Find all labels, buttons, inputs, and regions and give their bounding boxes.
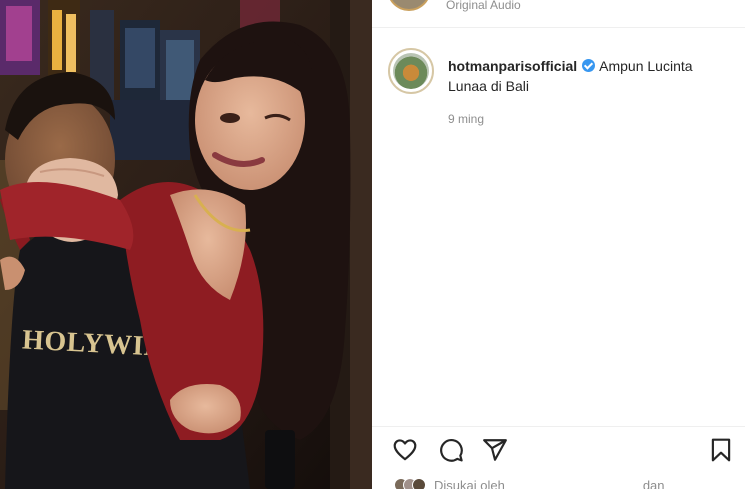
post-time[interactable]: 9 ming bbox=[448, 112, 484, 126]
action-bar bbox=[372, 426, 745, 470]
likes-summary: Disukai oleh dan bbox=[394, 478, 665, 489]
post-info-panel: Original Audio hotmanparisofficial Ampun … bbox=[372, 0, 745, 489]
caption: hotmanparisofficial Ampun Lucinta Lunaa d… bbox=[448, 56, 733, 96]
comment-icon[interactable] bbox=[438, 437, 464, 463]
avatar-image bbox=[393, 53, 429, 89]
audio-label[interactable]: Original Audio bbox=[446, 0, 521, 12]
bookmark-icon[interactable] bbox=[708, 437, 734, 463]
username-link[interactable]: hotmanparisofficial bbox=[448, 58, 577, 74]
heart-icon[interactable] bbox=[392, 437, 418, 463]
video-frame: HOLYWINGS bbox=[0, 0, 372, 489]
header-avatar[interactable] bbox=[387, 0, 431, 11]
share-icon[interactable] bbox=[482, 437, 508, 463]
likes-conj: dan bbox=[642, 478, 665, 489]
verified-badge-icon bbox=[582, 59, 596, 72]
liker-avatar[interactable] bbox=[412, 478, 426, 489]
avatar[interactable] bbox=[388, 48, 434, 94]
likes-prefix: Disukai oleh bbox=[434, 478, 505, 489]
post-header: Original Audio bbox=[372, 0, 745, 28]
post-media[interactable]: HOLYWINGS bbox=[0, 0, 372, 489]
